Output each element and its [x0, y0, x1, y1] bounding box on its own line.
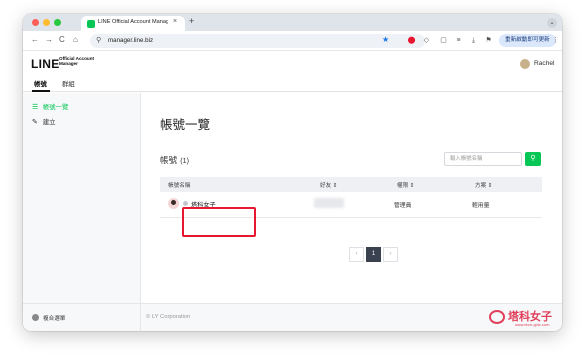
- sidebar-item-label: 建立: [42, 119, 56, 126]
- sidebar: ☰ 帳號一覽 ✎ 建立: [23, 93, 141, 303]
- browser-tab[interactable]: LINE Official Account Manag ×: [81, 16, 185, 31]
- table-header: 帳號名稱 好友 ⇕ 權限 ⇕ 方案 ⇕: [160, 177, 542, 192]
- profile-icon[interactable]: ⚑: [484, 36, 493, 45]
- extension-icon[interactable]: ⬤: [407, 36, 416, 45]
- footer: 複合選單 © LY Corporation 塔科女子 www.tech-girl…: [23, 303, 562, 331]
- page-title: 帳號一覽: [160, 118, 211, 132]
- section-title: 帳號 (1): [160, 154, 189, 166]
- column-header-friends[interactable]: 好友 ⇕: [320, 181, 337, 189]
- app-header: LINE Official Account Manager Rachel: [23, 52, 562, 74]
- new-tab-button[interactable]: +: [189, 16, 194, 26]
- sidebar-item-account-list[interactable]: ☰ 帳號一覽: [32, 102, 68, 111]
- bookmark-star-icon[interactable]: ★: [382, 35, 389, 44]
- main-content: 帳號一覽 帳號 (1) 輸入帳號名稱 ⚲ 帳號名稱 好友 ⇕ 權限 ⇕ 方案 ⇕ …: [141, 93, 562, 303]
- download-icon[interactable]: ⤓: [469, 36, 478, 45]
- highlight-annotation: [182, 207, 256, 237]
- minimize-window-button[interactable]: [43, 19, 50, 26]
- sidebar-item-label: 帳號一覽: [42, 104, 69, 111]
- tab-bar: LINE Official Account Manag × + ⌄: [23, 14, 562, 31]
- page-1-button[interactable]: 1: [366, 247, 381, 262]
- gear-icon: [183, 201, 188, 206]
- edit-icon: ✎: [32, 119, 38, 126]
- update-button[interactable]: 重新啟動即可更新: [499, 34, 556, 47]
- tab-close-icon[interactable]: ×: [173, 18, 177, 25]
- user-avatar[interactable]: [520, 59, 530, 69]
- site-info-icon[interactable]: ⚲: [96, 36, 101, 44]
- column-header-plan[interactable]: 方案 ⇕: [475, 181, 492, 189]
- browser-toolbar: ← → C ⌂ ⚲ manager.line.biz ★ ⬤ ◇ ▢ ≡ ⤓ ⚑…: [23, 31, 562, 51]
- tab-search-button[interactable]: ⌄: [547, 18, 557, 28]
- account-avatar: [168, 198, 179, 209]
- tab-title: LINE Official Account Manag: [98, 19, 168, 25]
- more-menu-icon[interactable]: ⋮: [551, 36, 560, 45]
- back-arrow-icon[interactable]: ←: [31, 35, 39, 44]
- home-icon[interactable]: ⌂: [73, 35, 78, 44]
- line-favicon-icon: [87, 20, 95, 28]
- search-button[interactable]: ⚲: [525, 152, 541, 166]
- tab-accounts[interactable]: 帳號: [34, 79, 47, 88]
- screenshot: LINE Official Account Manag × + ⌄ ← → C …: [0, 0, 585, 362]
- copyright-text: © LY Corporation: [146, 314, 191, 320]
- active-tab-indicator: [32, 90, 50, 92]
- account-search-input[interactable]: 輸入帳號名稱: [444, 152, 522, 166]
- reload-icon[interactable]: C: [59, 35, 65, 44]
- forward-arrow-icon[interactable]: →: [45, 35, 53, 44]
- friends-count-redacted: [314, 198, 344, 208]
- account-plan: 輕用量: [472, 203, 490, 209]
- next-page-button[interactable]: ›: [383, 247, 398, 262]
- account-role: 管理員: [394, 203, 412, 209]
- logo-subtitle: Official Account Manager: [59, 56, 95, 67]
- prev-page-button[interactable]: ‹: [349, 247, 364, 262]
- footer-sidebar: 複合選單: [23, 304, 141, 331]
- column-header-account-name: 帳號名稱: [168, 183, 191, 189]
- username[interactable]: Rachel: [534, 60, 555, 67]
- watermark-face-icon: [489, 310, 505, 324]
- account-count: (1): [180, 156, 189, 165]
- line-logo[interactable]: LINE: [31, 57, 60, 71]
- browser-window: LINE Official Account Manag × + ⌄ ← → C …: [23, 14, 562, 331]
- extension-icon[interactable]: ◇: [422, 36, 431, 45]
- watermark-logo: 塔科女子 www.tech-girlz.com: [489, 307, 559, 331]
- tab-groups[interactable]: 群組: [62, 79, 75, 88]
- sidebar-item-create[interactable]: ✎ 建立: [32, 117, 56, 126]
- main-nav-tabs: 帳號 群組: [23, 74, 562, 92]
- close-window-button[interactable]: [32, 19, 39, 26]
- cast-icon[interactable]: ▢: [439, 36, 448, 45]
- watermark-url: www.tech-girlz.com: [515, 322, 550, 327]
- zoom-window-button[interactable]: [54, 19, 61, 26]
- reading-list-icon[interactable]: ≡: [454, 36, 463, 45]
- list-icon: ☰: [32, 104, 39, 111]
- url-text: manager.line.biz: [108, 37, 154, 44]
- column-header-permission[interactable]: 權限 ⇕: [397, 181, 414, 189]
- footer-menu-label[interactable]: 複合選單: [43, 314, 65, 322]
- address-bar[interactable]: ⚲ manager.line.biz: [90, 34, 425, 48]
- section-title-text: 帳號: [160, 155, 178, 165]
- rich-menu-icon: [32, 314, 39, 321]
